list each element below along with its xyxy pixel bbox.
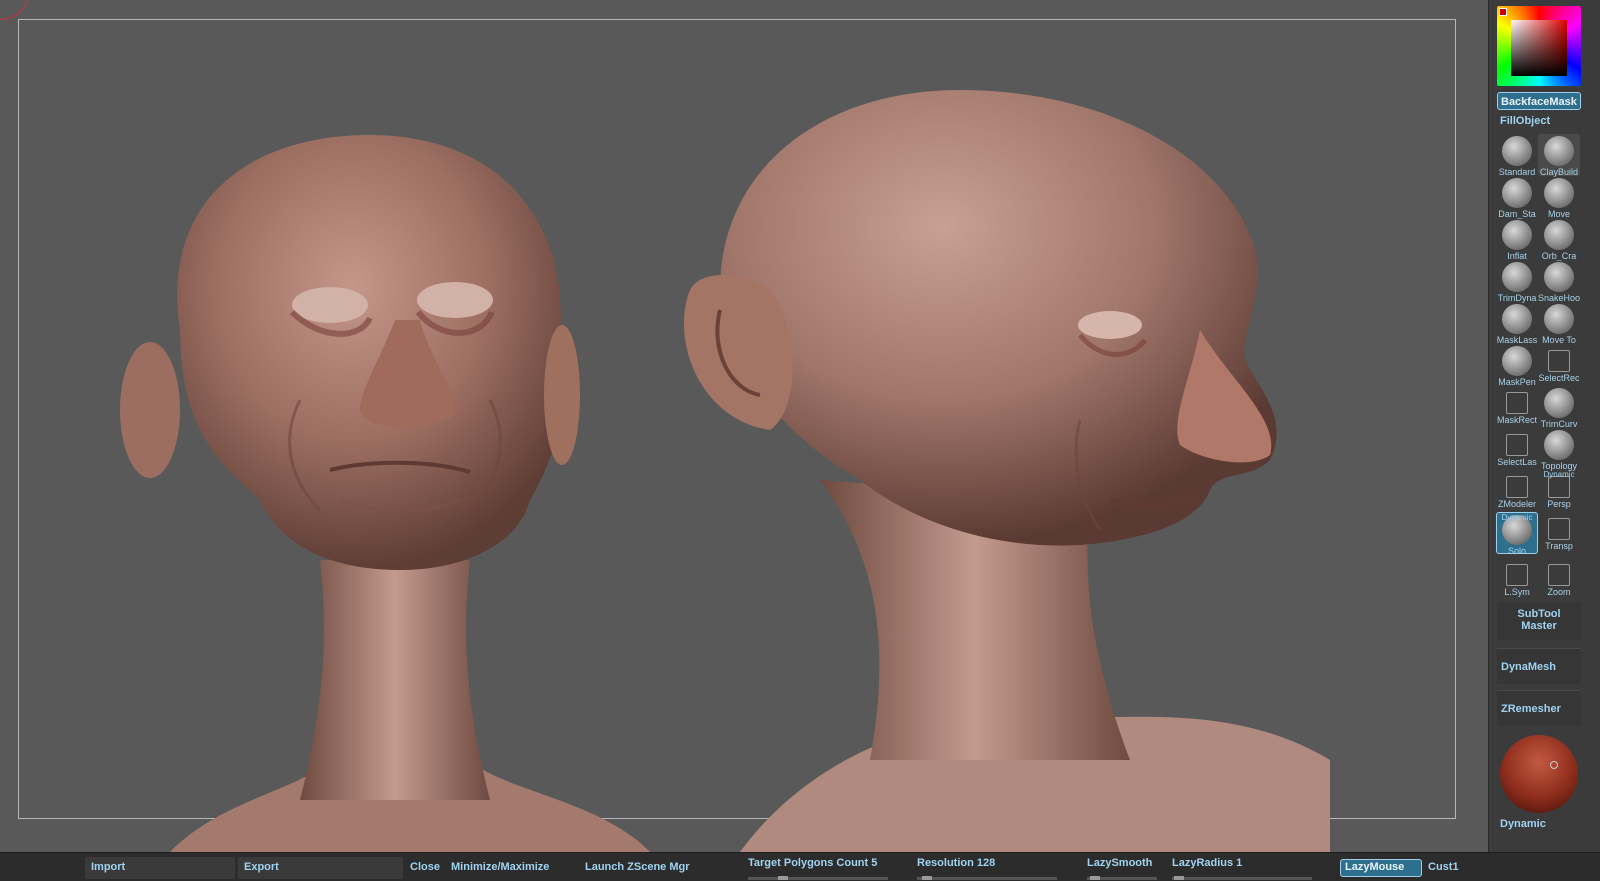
brush-move-topological[interactable]: Move To <box>1538 302 1580 345</box>
target-polygons-slider[interactable]: Target Polygons Count 5 <box>748 857 877 869</box>
resolution-slider[interactable]: Resolution 128 <box>917 857 995 869</box>
close-button[interactable]: Close <box>410 861 440 873</box>
zremesher-button[interactable]: ZRemesher <box>1497 690 1581 726</box>
brush-move[interactable]: Move <box>1538 176 1580 219</box>
target-polygons-knob[interactable] <box>778 876 788 880</box>
trimcurve-brush-icon <box>1544 388 1574 418</box>
brush-claybuild[interactable]: ClayBuild <box>1538 134 1580 177</box>
material-sphere[interactable] <box>1500 735 1578 813</box>
local-symmetry-button[interactable]: L.Sym <box>1496 558 1538 600</box>
selectrect-brush-icon <box>1548 350 1570 372</box>
topology-brush-icon <box>1544 430 1574 460</box>
brush-masklasso[interactable]: MaskLass <box>1496 302 1538 345</box>
solo-toggle[interactable]: Dynamic Solo <box>1496 512 1538 556</box>
subtool-master-button[interactable]: SubTool Master <box>1497 602 1581 640</box>
claybuild-brush-icon <box>1544 136 1574 166</box>
material-highlight-marker <box>1550 761 1558 769</box>
canvas-viewport[interactable] <box>0 0 1488 852</box>
cust1-button[interactable]: Cust1 <box>1428 861 1459 873</box>
transparency-icon <box>1548 518 1570 540</box>
lazyradius-slider[interactable]: LazyRadius 1 <box>1172 857 1242 869</box>
saturation-value-square[interactable] <box>1511 20 1567 76</box>
persp-toggle[interactable]: Dynamic Persp <box>1538 470 1580 512</box>
minimize-maximize-button[interactable]: Minimize/Maximize <box>451 861 549 873</box>
zoom-icon <box>1548 564 1570 586</box>
brush-topology[interactable]: Topology <box>1538 428 1580 471</box>
perspective-grid-icon <box>1548 476 1570 498</box>
standard-brush-icon <box>1502 136 1532 166</box>
move-brush-icon <box>1544 178 1574 208</box>
launch-zscene-button[interactable]: Launch ZScene Mgr <box>585 861 690 873</box>
brush-trimdynamic[interactable]: TrimDyna <box>1496 260 1538 303</box>
brush-maskrect[interactable]: MaskRect <box>1496 386 1538 428</box>
brush-maskpen[interactable]: MaskPen <box>1496 344 1538 387</box>
backface-mask-button[interactable]: BackfaceMask <box>1497 92 1581 110</box>
import-button[interactable]: Import <box>85 857 235 879</box>
move-topological-brush-icon <box>1544 304 1574 334</box>
transp-toggle[interactable]: Transp <box>1538 512 1580 554</box>
brush-selectrect[interactable]: SelectRec <box>1538 344 1580 386</box>
masklasso-brush-icon <box>1502 304 1532 334</box>
dam-standard-brush-icon <box>1502 178 1532 208</box>
resolution-track[interactable] <box>917 877 1057 880</box>
lazysmooth-slider[interactable]: LazySmooth <box>1087 857 1152 869</box>
brush-orb-cracks[interactable]: Orb_Cra <box>1538 218 1580 261</box>
local-symmetry-icon <box>1506 564 1528 586</box>
orb-cracks-brush-icon <box>1544 220 1574 250</box>
dynamesh-button[interactable]: DynaMesh <box>1497 648 1581 684</box>
fill-object-button[interactable]: FillObject <box>1497 112 1581 130</box>
brush-snakehook[interactable]: SnakeHoo <box>1538 260 1580 303</box>
brush-zmodeler[interactable]: ZModeler <box>1496 470 1538 512</box>
inflat-brush-icon <box>1502 220 1532 250</box>
resolution-knob[interactable] <box>922 876 932 880</box>
lazyradius-knob[interactable] <box>1174 876 1184 880</box>
zoom-button[interactable]: Zoom <box>1538 558 1580 600</box>
brush-inflat[interactable]: Inflat <box>1496 218 1538 261</box>
trimdynamic-brush-icon <box>1502 262 1532 292</box>
lazyradius-track[interactable] <box>1172 877 1312 880</box>
lazysmooth-knob[interactable] <box>1090 876 1100 880</box>
export-button[interactable]: Export <box>238 857 403 879</box>
target-polygons-track[interactable] <box>748 877 888 880</box>
lazymouse-toggle[interactable]: LazyMouse <box>1340 859 1422 877</box>
sculpt-model-front[interactable] <box>0 0 1488 852</box>
brush-selectlasso[interactable]: SelectLas <box>1496 428 1538 470</box>
dynamic-label[interactable]: Dynamic <box>1500 818 1546 830</box>
zmodeler-brush-icon <box>1506 476 1528 498</box>
snakehook-brush-icon <box>1544 262 1574 292</box>
bottom-shelf: Import Export Close Minimize/Maximize La… <box>0 852 1600 881</box>
maskrect-brush-icon <box>1506 392 1528 414</box>
main-color-swatch[interactable] <box>1499 8 1507 16</box>
brush-dam-standard[interactable]: Dam_Sta <box>1496 176 1538 219</box>
maskpen-brush-icon <box>1502 346 1532 376</box>
brush-standard[interactable]: Standard <box>1496 134 1538 177</box>
color-picker[interactable] <box>1497 6 1581 86</box>
brush-trimcurve[interactable]: TrimCurv <box>1538 386 1580 429</box>
selectlasso-brush-icon <box>1506 434 1528 456</box>
